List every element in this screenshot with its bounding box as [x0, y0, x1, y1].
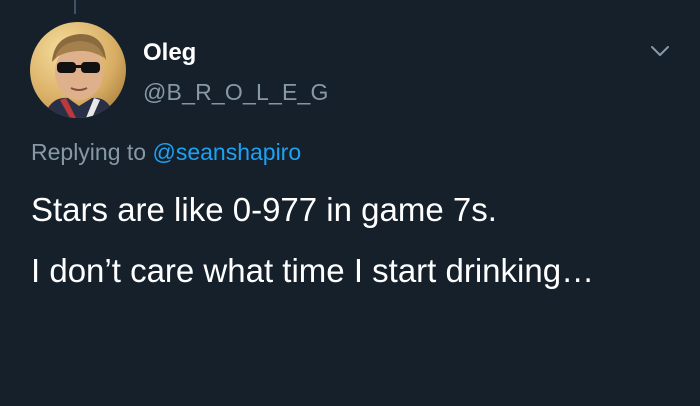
avatar[interactable] [30, 22, 126, 118]
tweet-body: Stars are like 0-977 in game 7s. I don’t… [31, 188, 671, 310]
author-display-name[interactable]: Oleg [143, 39, 196, 67]
replying-to-mention-link[interactable]: @seanshapiro [152, 139, 301, 165]
replying-to-label: Replying to [31, 139, 147, 165]
thread-connector-line [74, 0, 76, 14]
chevron-down-icon[interactable] [646, 41, 674, 61]
tweet-paragraph: Stars are like 0-977 in game 7s. [31, 191, 497, 228]
tweet-paragraph: I don’t care what time I start drinking… [31, 252, 595, 289]
author-handle[interactable]: @B_R_O_L_E_G [143, 78, 329, 106]
replying-to-line: Replying to @seanshapiro [31, 138, 301, 166]
